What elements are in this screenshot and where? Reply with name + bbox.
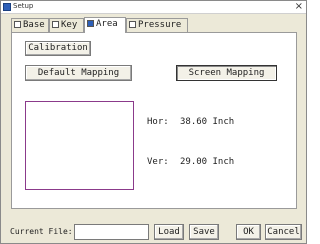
current-file-field[interactable]: [74, 224, 149, 240]
current-file-label: Current File:: [10, 227, 73, 236]
ver-label: Ver:: [147, 157, 169, 167]
mapping-preview: [25, 101, 134, 190]
base-icon: [14, 21, 21, 28]
tab-key[interactable]: Key: [49, 18, 84, 32]
screen-mapping-button[interactable]: Screen Mapping: [176, 65, 277, 81]
calibration-button[interactable]: Calibration: [25, 41, 91, 56]
tab-pressure[interactable]: Pressure: [126, 18, 188, 32]
setup-window: Setup × Base Key Area Pressure Calibrati…: [0, 0, 307, 244]
tab-label: Key: [61, 20, 78, 30]
ok-button[interactable]: OK: [236, 224, 261, 240]
tab-label: Area: [96, 19, 118, 29]
pressure-icon: [129, 21, 136, 28]
ver-value: 29.00 Inch: [180, 157, 235, 167]
app-icon: [3, 3, 11, 11]
key-icon: [52, 21, 59, 28]
hor-label: Hor:: [147, 117, 169, 127]
default-mapping-button[interactable]: Default Mapping: [25, 65, 132, 81]
close-button[interactable]: ×: [295, 1, 303, 13]
tab-label: Base: [23, 20, 45, 30]
load-button[interactable]: Load: [154, 224, 184, 240]
window-title: Setup: [13, 2, 34, 10]
hor-value: 38.60 Inch: [180, 117, 235, 127]
save-button[interactable]: Save: [189, 224, 219, 240]
tab-area[interactable]: Area: [84, 17, 126, 33]
tab-base[interactable]: Base: [11, 18, 49, 32]
tab-label: Pressure: [138, 20, 182, 30]
cancel-button[interactable]: Cancel: [265, 224, 302, 240]
area-icon: [87, 20, 94, 27]
title-bar: Setup ×: [1, 1, 306, 14]
